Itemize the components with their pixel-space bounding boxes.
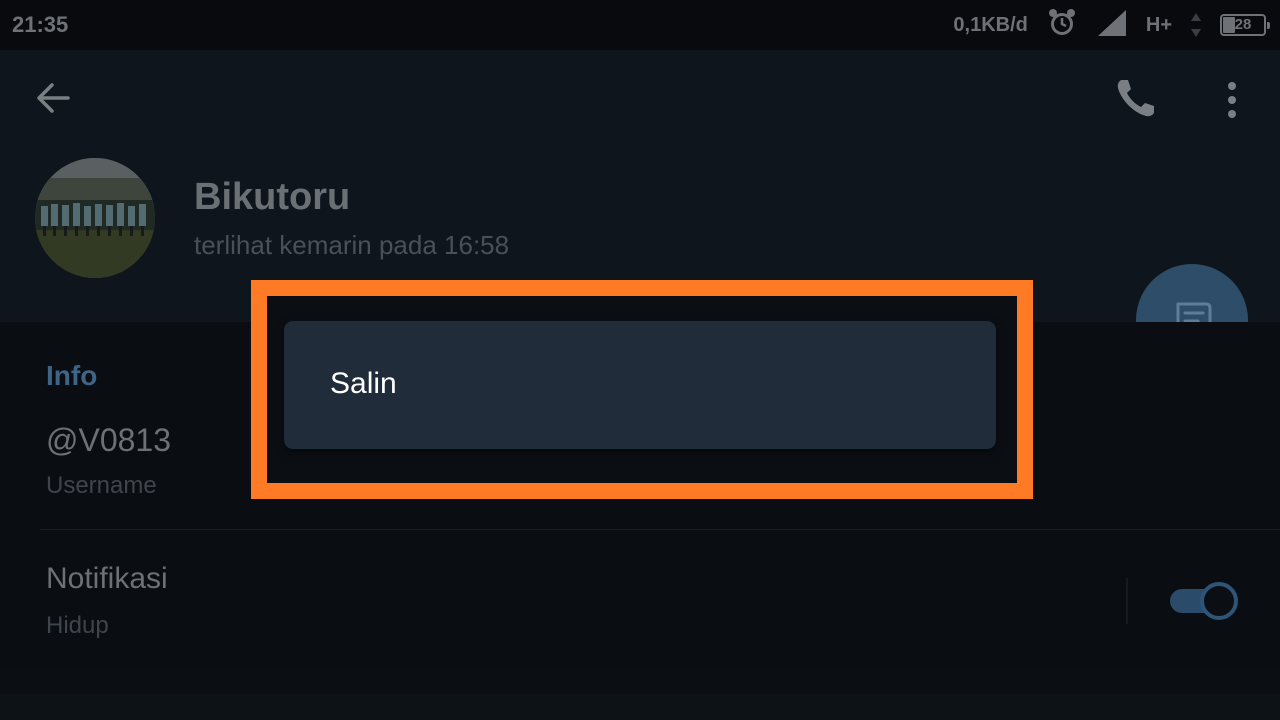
copy-menu-item[interactable]: Salin: [330, 367, 397, 401]
status-icons: 0,1KB/d H+ 28: [953, 7, 1270, 44]
more-options-button[interactable]: [1214, 76, 1250, 124]
avatar[interactable]: [35, 158, 155, 278]
network-speed: 0,1KB/d: [953, 13, 1028, 36]
notifications-title[interactable]: Notifikasi: [46, 562, 168, 596]
network-type: H+: [1145, 13, 1172, 36]
notifications-toggle[interactable]: [1170, 582, 1238, 620]
last-seen-status: terlihat kemarin pada 16:58: [194, 230, 510, 260]
data-arrows-icon: [1190, 11, 1202, 39]
username-label: Username: [46, 472, 157, 499]
profile-name: Bikutoru: [194, 176, 351, 218]
avatar-photo: [35, 158, 155, 278]
battery-level: 28: [1234, 16, 1252, 33]
status-bar: 21:35 0,1KB/d H+ 28: [0, 0, 1280, 50]
context-menu: Salin: [284, 321, 996, 449]
screen: 21:35 0,1KB/d H+ 28 Bikutoru terlihat ke…: [0, 0, 1280, 720]
bottom-strip: [0, 694, 1280, 720]
back-button[interactable]: [32, 78, 80, 118]
divider: [40, 529, 1280, 530]
status-time: 21:35: [12, 12, 69, 37]
more-vertical-icon: [1228, 82, 1236, 118]
battery-icon: 28: [1220, 14, 1270, 36]
username-value[interactable]: @V0813: [46, 422, 171, 459]
call-button[interactable]: [1112, 74, 1160, 122]
phone-icon: [1117, 80, 1154, 117]
toggle-knob: [1200, 582, 1238, 620]
arrow-left-icon: [37, 83, 70, 113]
info-section-title: Info: [46, 360, 98, 391]
toggle-separator: [1126, 578, 1128, 624]
signal-icon: [1096, 8, 1128, 43]
notifications-status: Hidup: [46, 612, 109, 639]
alarm-icon: [1046, 7, 1078, 44]
